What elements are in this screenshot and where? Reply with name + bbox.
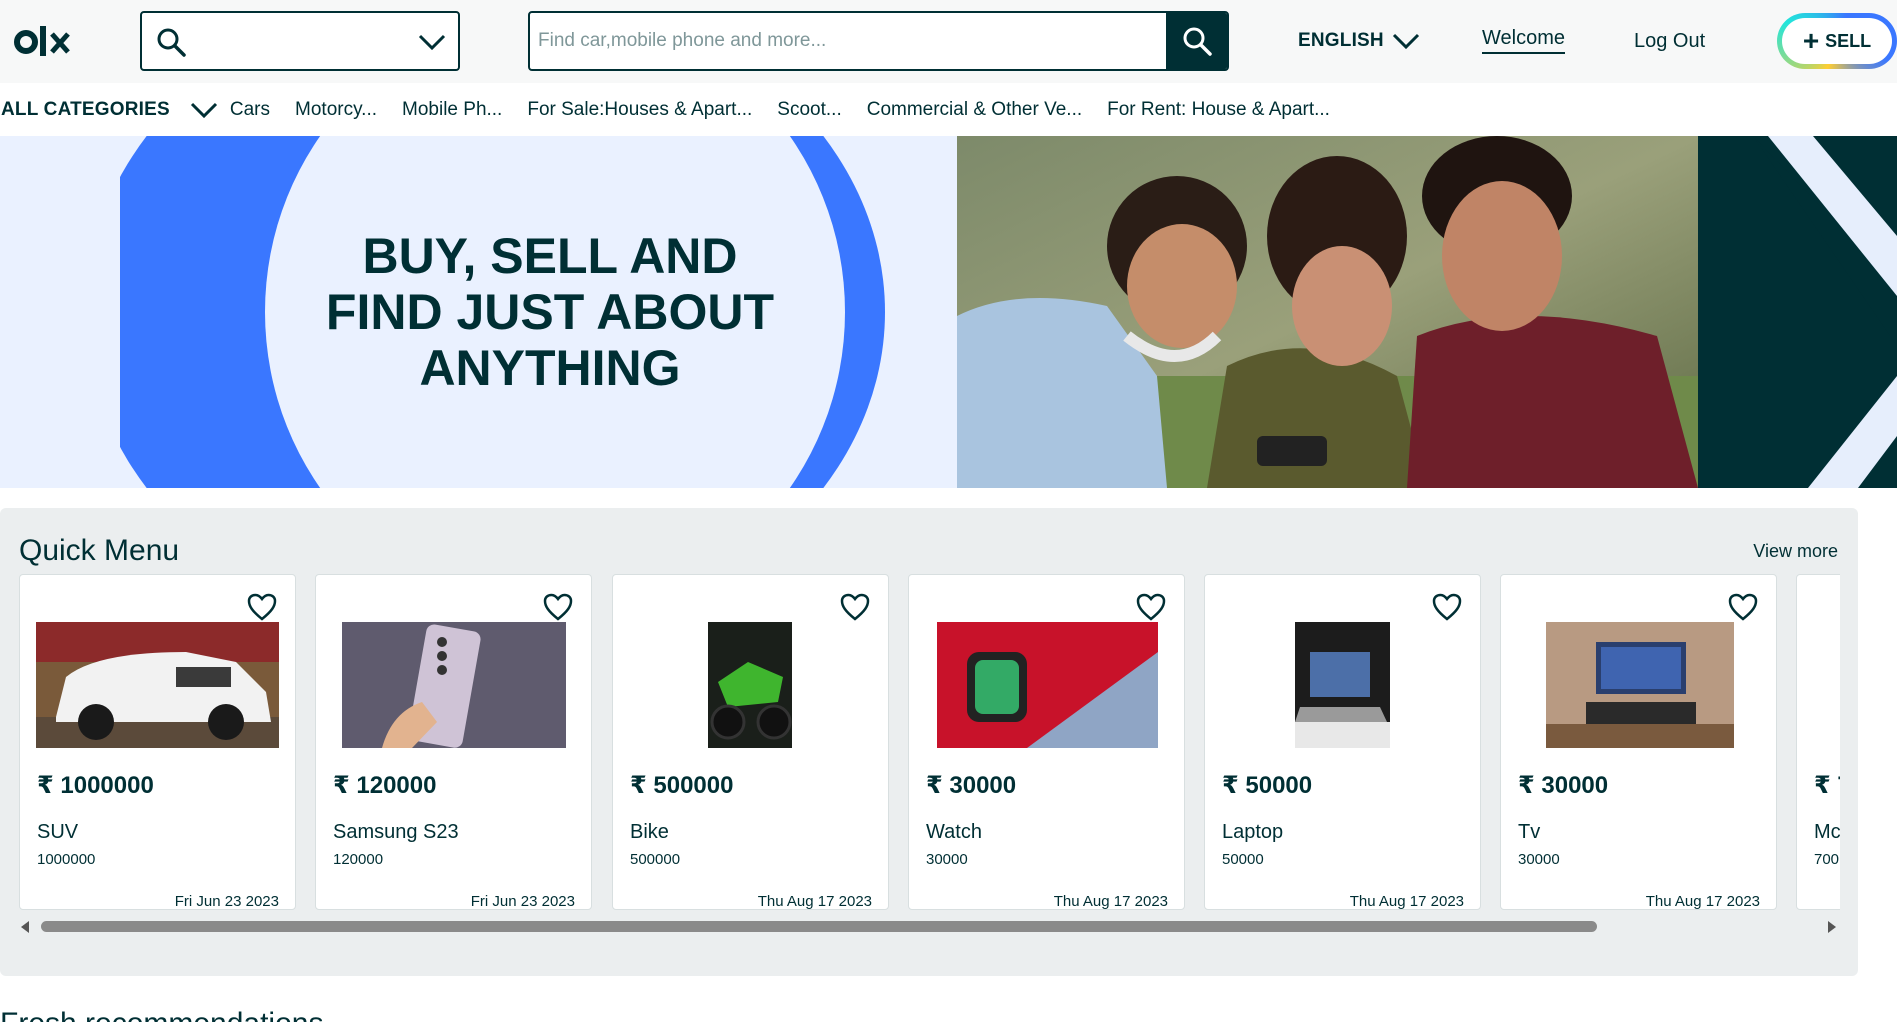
product-card-laptop[interactable]: ₹ 50000 Laptop 50000 Thu Aug 17 2023 bbox=[1204, 574, 1481, 910]
product-image-suv bbox=[36, 622, 279, 748]
product-card-bike[interactable]: ₹ 500000 Bike 500000 Thu Aug 17 2023 bbox=[612, 574, 889, 910]
sell-label: SELL bbox=[1825, 30, 1872, 51]
card-title: Watch bbox=[926, 821, 982, 843]
language-selector[interactable]: ENGLISH bbox=[1298, 26, 1420, 56]
category-for-rent-houses[interactable]: For Rent: House & Apart... bbox=[1107, 99, 1330, 121]
heart-icon[interactable] bbox=[543, 593, 573, 621]
heart-icon[interactable] bbox=[1728, 593, 1758, 621]
card-date: Thu Aug 17 2023 bbox=[1053, 893, 1168, 910]
product-image-bike bbox=[708, 622, 792, 748]
hero-line-1: BUY, SELL AND bbox=[362, 228, 738, 284]
category-commercial-vehicles[interactable]: Commercial & Other Ve... bbox=[867, 99, 1082, 121]
card-subtitle: 120000 bbox=[333, 851, 384, 868]
card-title: SUV bbox=[37, 821, 79, 843]
product-card-tv[interactable]: ₹ 30000 Tv 30000 Thu Aug 17 2023 bbox=[1500, 574, 1777, 910]
card-price: ₹ 120000 bbox=[333, 772, 437, 799]
search-button[interactable] bbox=[1166, 13, 1227, 69]
card-date: Thu Aug 17 2023 bbox=[1645, 893, 1760, 910]
scroll-left-arrow-icon[interactable] bbox=[21, 921, 29, 933]
quick-menu-panel: Quick Menu View more ₹ 1000000 SUV 10000… bbox=[0, 508, 1858, 976]
card-subtitle: 30000 bbox=[926, 851, 968, 868]
scrollbar-thumb[interactable] bbox=[41, 921, 1597, 932]
welcome-link[interactable]: Welcome bbox=[1482, 27, 1565, 54]
search-bar bbox=[528, 11, 1229, 71]
chevron-down-icon[interactable] bbox=[190, 100, 218, 120]
product-card-watch[interactable]: ₹ 30000 Watch 30000 Thu Aug 17 2023 bbox=[908, 574, 1185, 910]
arrow-decoration-icon bbox=[1753, 136, 1897, 488]
scroll-right-arrow-icon[interactable] bbox=[1828, 921, 1836, 933]
product-image-watch bbox=[937, 622, 1158, 748]
heart-icon[interactable] bbox=[840, 593, 870, 621]
hero-text-panel: BUY, SELL AND FIND JUST ABOUT ANYTHING bbox=[0, 136, 957, 488]
card-price: ₹ 30000 bbox=[926, 772, 1017, 799]
search-input[interactable] bbox=[530, 13, 1160, 69]
hero-line-3: ANYTHING bbox=[419, 340, 681, 396]
language-label: ENGLISH bbox=[1298, 30, 1384, 51]
product-image-tv bbox=[1546, 622, 1734, 748]
card-subtitle: 500000 bbox=[630, 851, 681, 868]
product-image-samsung-s23 bbox=[342, 622, 566, 748]
category-scooters[interactable]: Scoot... bbox=[777, 99, 841, 121]
olx-logo[interactable] bbox=[14, 22, 70, 62]
hero-people-photo bbox=[957, 136, 1698, 488]
card-subtitle: 700 bbox=[1814, 851, 1840, 868]
product-card-suv[interactable]: ₹ 1000000 SUV 1000000 Fri Jun 23 2023 bbox=[19, 574, 296, 910]
hero-line-2: FIND JUST ABOUT bbox=[325, 284, 775, 340]
top-header: ENGLISH Welcome Log Out + SELL bbox=[0, 0, 1897, 83]
heart-icon[interactable] bbox=[247, 593, 277, 621]
card-subtitle: 50000 bbox=[1222, 851, 1264, 868]
card-date: Thu Aug 17 2023 bbox=[757, 893, 872, 910]
card-title: Samsung S23 bbox=[333, 821, 459, 843]
search-icon bbox=[157, 28, 186, 57]
search-icon bbox=[1183, 27, 1212, 56]
product-card-partial[interactable]: ₹ 7 Mc 700 bbox=[1796, 574, 1840, 910]
location-selector[interactable] bbox=[140, 11, 460, 71]
card-date: Fri Jun 23 2023 bbox=[470, 893, 575, 910]
fresh-recommendations-title: Fresh recommendations bbox=[0, 1004, 323, 1022]
card-price: ₹ 1000000 bbox=[37, 772, 154, 799]
heart-icon[interactable] bbox=[1432, 593, 1462, 621]
sell-button[interactable]: + SELL bbox=[1777, 13, 1897, 69]
hero-right-panel bbox=[1698, 136, 1897, 488]
quick-menu-cards: ₹ 1000000 SUV 1000000 Fri Jun 23 2023 ₹ … bbox=[19, 574, 1840, 910]
card-price: ₹ 30000 bbox=[1518, 772, 1609, 799]
card-subtitle: 1000000 bbox=[37, 851, 96, 868]
card-title: Tv bbox=[1518, 821, 1541, 843]
all-categories-button[interactable]: ALL CATEGORIES bbox=[0, 99, 170, 121]
category-for-sale-houses[interactable]: For Sale:Houses & Apart... bbox=[527, 99, 752, 121]
view-more-link[interactable]: View more bbox=[1753, 541, 1838, 562]
card-price: ₹ 500000 bbox=[630, 772, 734, 799]
card-date: Fri Jun 23 2023 bbox=[174, 893, 279, 910]
card-price: ₹ 50000 bbox=[1222, 772, 1313, 799]
card-title: Laptop bbox=[1222, 821, 1284, 843]
chevron-down-icon[interactable] bbox=[418, 31, 446, 53]
horizontal-scrollbar[interactable] bbox=[19, 918, 1840, 936]
card-subtitle: 30000 bbox=[1518, 851, 1560, 868]
card-price: ₹ 7 bbox=[1814, 772, 1840, 799]
quick-menu-title: Quick Menu bbox=[19, 534, 180, 567]
logout-link[interactable]: Log Out bbox=[1634, 30, 1705, 53]
hero-banner[interactable]: BUY, SELL AND FIND JUST ABOUT ANYTHING bbox=[0, 136, 1897, 488]
category-cars[interactable]: Cars bbox=[230, 99, 270, 121]
chevron-down-icon bbox=[1392, 33, 1419, 50]
card-title: Bike bbox=[630, 821, 669, 843]
plus-icon: + bbox=[1802, 25, 1820, 56]
category-bar: ALL CATEGORIES Cars Motorcy... Mobile Ph… bbox=[0, 83, 1897, 136]
product-image-laptop bbox=[1295, 622, 1390, 748]
heart-icon[interactable] bbox=[1136, 593, 1166, 621]
card-date: Thu Aug 17 2023 bbox=[1349, 893, 1464, 910]
product-card-samsung-s23[interactable]: ₹ 120000 Samsung S23 120000 Fri Jun 23 2… bbox=[315, 574, 592, 910]
card-title: Mc bbox=[1814, 821, 1840, 843]
hero-headline: BUY, SELL AND FIND JUST ABOUT ANYTHING bbox=[300, 228, 800, 396]
category-mobile-phones[interactable]: Mobile Ph... bbox=[402, 99, 502, 121]
category-motorcycles[interactable]: Motorcy... bbox=[295, 99, 377, 121]
